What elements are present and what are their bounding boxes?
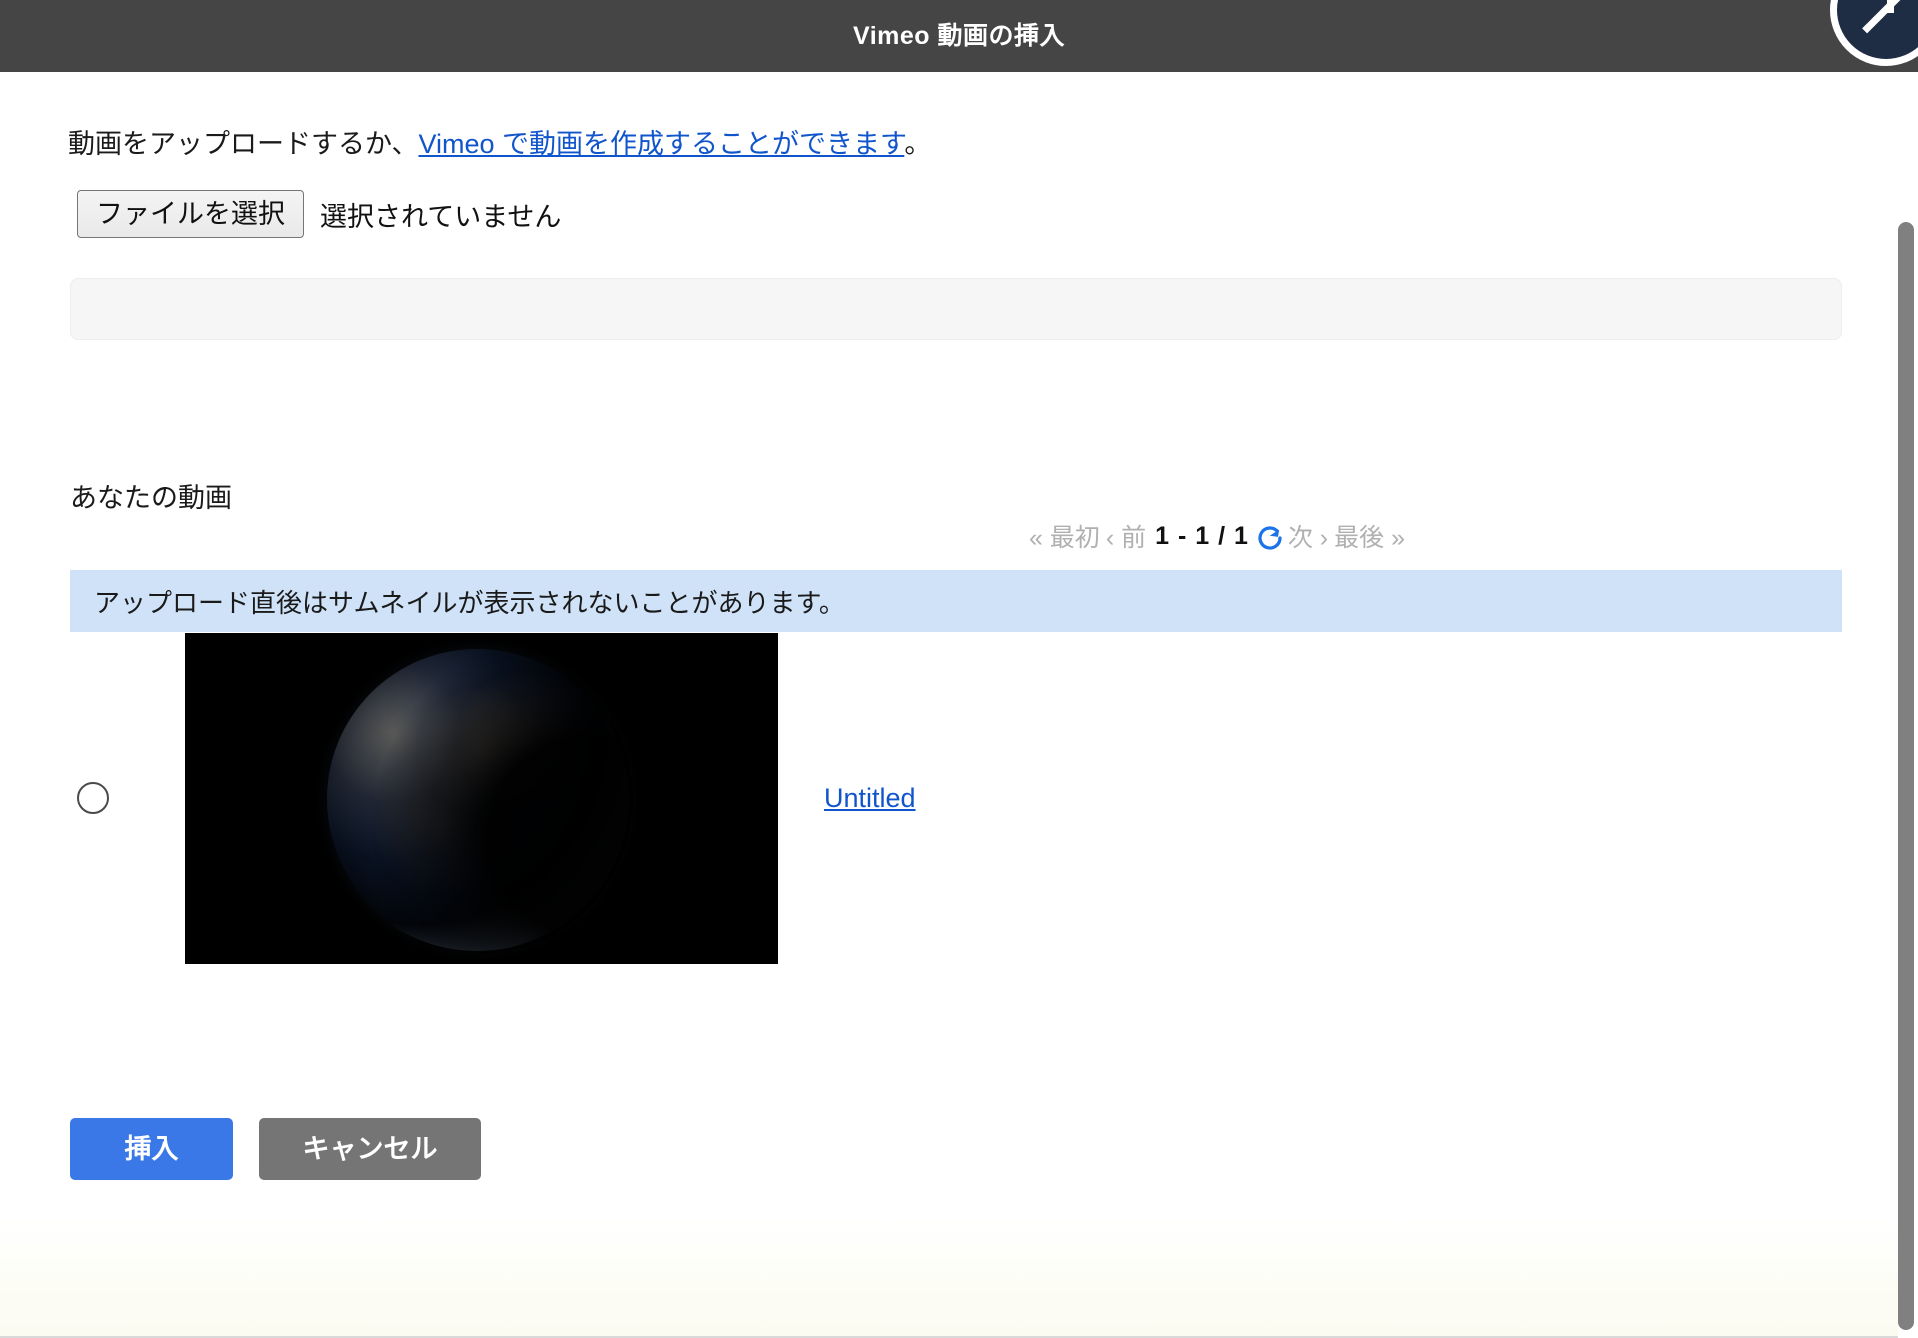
earth-at-night-image	[321, 642, 633, 955]
upload-instruction-suffix: 。	[904, 129, 932, 159]
vertical-scrollbar-track[interactable]	[1898, 144, 1918, 1338]
create-on-vimeo-link[interactable]: Vimeo で動画を作成することができます	[418, 129, 904, 159]
your-videos-heading: あなたの動画	[70, 483, 232, 513]
dialog-body: 動画をアップロードするか、Vimeo で動画を作成することができます。 ファイル…	[0, 72, 1918, 1338]
upload-instruction-prefix: 動画をアップロードするか、	[68, 129, 419, 159]
arrow-glyph	[1857, 0, 1909, 39]
dialog-footer: 挿入 キャンセル	[70, 1118, 481, 1180]
insert-button[interactable]: 挿入	[70, 1118, 233, 1180]
refresh-icon[interactable]	[1255, 523, 1285, 553]
thumbnail-delay-banner-text: アップロード直後はサムネイルが表示されないことがあります。	[94, 587, 845, 618]
choose-file-button[interactable]: ファイルを選択	[77, 190, 304, 238]
thumbnail-delay-banner: アップロード直後はサムネイルが表示されないことがあります。	[70, 570, 1842, 632]
vertical-scrollbar-thumb[interactable]	[1898, 222, 1914, 1330]
pagination: « 最初 ‹ 前 1 - 1 / 1 次 › 最後 »	[1026, 518, 1408, 554]
dialog-bottom-strip	[0, 1218, 1918, 1338]
pagination-prev[interactable]: ‹ 前	[1103, 518, 1149, 554]
dialog-title: Vimeo 動画の挿入	[852, 21, 1066, 50]
video-select-radio[interactable]	[76, 782, 109, 814]
pagination-last[interactable]: 最後 »	[1331, 518, 1408, 554]
video-title-link[interactable]: Untitled	[824, 783, 916, 814]
video-list-item: Untitled	[0, 628, 1842, 968]
pagination-next[interactable]: 次 ›	[1285, 518, 1331, 554]
pagination-range: 1 - 1 / 1	[1155, 521, 1249, 550]
video-title-cell: Untitled	[778, 783, 1842, 814]
file-selection-status: 選択されていません	[320, 201, 562, 232]
vimeo-insert-dialog: Vimeo 動画の挿入 動画をアップロードするか、Vimeo で動画を作成するこ…	[0, 0, 1918, 1338]
pagination-first[interactable]: « 最初	[1026, 518, 1103, 554]
video-select-cell	[0, 782, 185, 814]
upload-progress-bar	[70, 278, 1842, 340]
file-picker-row: ファイルを選択 選択されていません	[77, 190, 561, 238]
cancel-button[interactable]: キャンセル	[259, 1118, 481, 1180]
upload-instruction: 動画をアップロードするか、Vimeo で動画を作成することができます。	[68, 128, 931, 160]
video-thumbnail[interactable]	[185, 632, 778, 964]
dialog-titlebar: Vimeo 動画の挿入	[0, 0, 1918, 72]
